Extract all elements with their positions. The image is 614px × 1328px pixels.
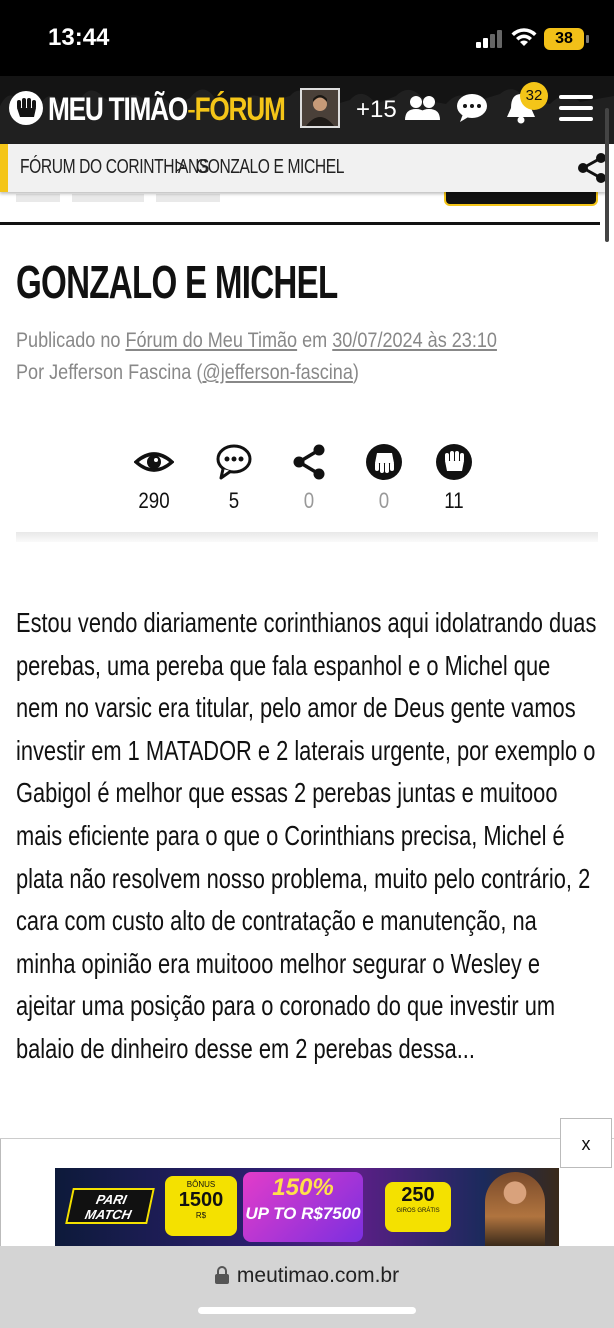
scrollbar-thumb[interactable]	[605, 108, 609, 242]
views-count: 290	[138, 488, 170, 513]
ad-close-button[interactable]: x	[560, 1118, 612, 1168]
battery-indicator: 38	[544, 28, 589, 50]
hidden-tab	[72, 194, 144, 202]
article-body: Estou vendo diariamente corinthianos aqu…	[16, 607, 597, 1064]
lock-icon	[214, 1266, 229, 1284]
ad-percent: 150%	[272, 1174, 334, 1201]
breadcrumb: FÓRUM DO CORINTHIANS > GONZALO E MICHEL	[0, 144, 606, 192]
ad-model-image	[485, 1172, 545, 1246]
cellular-signal-icon	[476, 30, 502, 48]
share-icon	[293, 444, 325, 480]
date-link[interactable]: 30/07/2024 às 23:10	[332, 329, 497, 352]
breadcrumb-separator: >	[176, 156, 185, 178]
hidden-tab	[16, 194, 60, 202]
brand-separator: -	[187, 91, 196, 127]
hamburger-menu-icon[interactable]	[558, 92, 594, 124]
ad-bonus-amount: 1500	[178, 1189, 224, 1211]
notifications-badge: 32	[520, 82, 548, 110]
online-count[interactable]: +15	[356, 96, 397, 124]
eye-icon	[134, 452, 174, 472]
ad-upto: UP TO R$7500	[245, 1204, 361, 1223]
page-title: GONZALO E MICHEL	[16, 256, 338, 308]
user-photo-icon	[302, 90, 338, 126]
url-display[interactable]: meutimao.com.br	[0, 1264, 614, 1288]
hidden-action-button[interactable]	[444, 192, 598, 206]
date-prefix: em	[302, 329, 328, 352]
ad-brand-logo: PARI MATCH	[65, 1188, 155, 1224]
dislikes-stat[interactable]: 0	[354, 442, 414, 514]
users-icon[interactable]	[404, 92, 440, 124]
url-text: meutimao.com.br	[236, 1264, 400, 1287]
hidden-tab	[156, 194, 220, 202]
ad-percent-box: 150% UP TO R$7500	[243, 1172, 363, 1242]
fist-up-icon	[436, 444, 472, 480]
stats-divider	[16, 532, 598, 542]
wifi-icon	[511, 28, 537, 46]
breadcrumb-current: GONZALO E MICHEL	[196, 156, 345, 178]
forum-header: MEU TIMÃO-FÓRUM +15	[0, 76, 614, 144]
ad-bonus-box: BÔNUS 1500 R$	[165, 1176, 237, 1236]
status-time: 13:44	[48, 24, 110, 51]
dislikes-count: 0	[378, 488, 390, 513]
published-prefix: Publicado no	[16, 329, 121, 352]
comments-stat[interactable]: 5	[204, 442, 264, 514]
views-stat: 290	[124, 442, 184, 514]
ad-bonus-currency: R$	[195, 1211, 207, 1220]
brand-primary: MEU TIMÃO	[48, 91, 188, 127]
shares-count: 0	[303, 488, 315, 513]
home-indicator[interactable]	[198, 1307, 416, 1314]
author-suffix: )	[352, 361, 359, 384]
fist-logo-icon[interactable]	[8, 90, 44, 126]
online-user-avatar[interactable]	[300, 88, 340, 128]
brand-secondary: FÓRUM	[194, 91, 286, 127]
ad-bonus-label: BÔNUS	[186, 1180, 216, 1189]
ad-spins-box: 250 GIROS GRÁTIS	[385, 1182, 451, 1232]
publish-info: Publicado no Fórum do Meu Timão em 30/07…	[16, 327, 497, 355]
ad-spins-text: GIROS GRÁTIS	[396, 1208, 440, 1214]
status-bar: 13:44 38	[0, 0, 614, 76]
author-info: Por Jefferson Fascina (@jefferson-fascin…	[16, 359, 359, 387]
header-divider	[0, 222, 600, 225]
likes-stat[interactable]: 11	[424, 442, 484, 514]
comment-icon	[216, 444, 252, 480]
browser-url-bar[interactable]: meutimao.com.br	[0, 1246, 614, 1328]
author-prefix: Por Jefferson Fascina (	[16, 361, 203, 384]
ad-banner[interactable]: PARI MATCH BÔNUS 1500 R$ 150% UP TO R$75…	[55, 1168, 559, 1246]
site-brand[interactable]: MEU TIMÃO-FÓRUM	[48, 90, 286, 128]
likes-count: 11	[444, 488, 464, 513]
author-link[interactable]: @jefferson-fascina	[202, 361, 353, 384]
comments-count: 5	[228, 488, 240, 513]
fist-down-icon	[366, 444, 402, 480]
ad-spins-number: 250	[401, 1184, 435, 1206]
ad-border	[0, 1139, 1, 1251]
chat-bubble-icon[interactable]	[454, 92, 490, 124]
shares-stat[interactable]: 0	[279, 442, 339, 514]
forum-link[interactable]: Fórum do Meu Timão	[125, 329, 297, 352]
